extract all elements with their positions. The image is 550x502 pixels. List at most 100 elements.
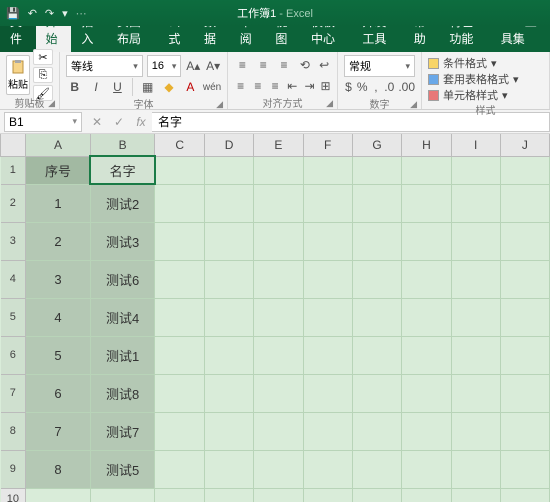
cell[interactable] bbox=[26, 488, 91, 502]
cell[interactable] bbox=[352, 336, 401, 374]
cell[interactable] bbox=[402, 412, 451, 450]
col-header-F[interactable]: F bbox=[303, 134, 352, 156]
font-name-select[interactable]: 等线▾ bbox=[66, 55, 143, 77]
cell[interactable] bbox=[500, 374, 549, 412]
cell[interactable] bbox=[500, 336, 549, 374]
paste-button[interactable]: 粘贴 bbox=[6, 55, 30, 95]
cell[interactable] bbox=[352, 222, 401, 260]
cell[interactable] bbox=[254, 184, 303, 222]
cell[interactable] bbox=[303, 184, 352, 222]
cell[interactable]: 6 bbox=[26, 374, 91, 412]
cell[interactable] bbox=[254, 450, 303, 488]
font-color-button[interactable]: A bbox=[182, 77, 199, 97]
align-center-icon[interactable]: ≡ bbox=[251, 76, 264, 96]
cell[interactable] bbox=[500, 412, 549, 450]
cell[interactable] bbox=[500, 156, 549, 184]
redo-icon[interactable]: ↷ bbox=[45, 7, 54, 20]
cell[interactable] bbox=[500, 184, 549, 222]
cell[interactable]: 测试3 bbox=[90, 222, 155, 260]
cell[interactable] bbox=[303, 156, 352, 184]
cell[interactable] bbox=[303, 412, 352, 450]
cell[interactable] bbox=[402, 336, 451, 374]
cell[interactable] bbox=[352, 412, 401, 450]
row-header[interactable]: 9 bbox=[1, 450, 26, 488]
col-header-I[interactable]: I bbox=[451, 134, 500, 156]
cell[interactable] bbox=[402, 184, 451, 222]
cell[interactable] bbox=[451, 336, 500, 374]
fill-color-button[interactable]: ◆ bbox=[160, 77, 177, 97]
cell[interactable] bbox=[402, 222, 451, 260]
cell[interactable]: 2 bbox=[26, 222, 91, 260]
cell[interactable] bbox=[204, 450, 253, 488]
cell[interactable] bbox=[204, 412, 253, 450]
cell[interactable] bbox=[254, 374, 303, 412]
font-size-select[interactable]: 16▾ bbox=[147, 55, 182, 77]
percent-icon[interactable]: % bbox=[357, 77, 368, 97]
cell[interactable] bbox=[352, 374, 401, 412]
wrap-text-icon[interactable]: ↩ bbox=[317, 55, 331, 75]
cell[interactable] bbox=[155, 412, 204, 450]
qat-customize-icon[interactable]: ▾ bbox=[62, 7, 68, 20]
cell[interactable] bbox=[352, 298, 401, 336]
bold-button[interactable]: B bbox=[66, 77, 83, 97]
indent-inc-icon[interactable]: ⇥ bbox=[303, 76, 316, 96]
dialog-launcher-icon[interactable]: ◢ bbox=[48, 98, 55, 109]
cell[interactable] bbox=[303, 336, 352, 374]
row-header[interactable]: 8 bbox=[1, 412, 26, 450]
cell[interactable] bbox=[352, 450, 401, 488]
cell[interactable] bbox=[303, 488, 352, 502]
cell[interactable] bbox=[303, 298, 352, 336]
cell-active[interactable]: 名字 bbox=[90, 156, 155, 184]
cell[interactable] bbox=[155, 374, 204, 412]
comma-icon[interactable]: , bbox=[371, 77, 380, 97]
cell[interactable] bbox=[451, 412, 500, 450]
copy-button[interactable]: ⎘ bbox=[33, 67, 53, 83]
cell[interactable]: 测试4 bbox=[90, 298, 155, 336]
cell[interactable]: 7 bbox=[26, 412, 91, 450]
cell[interactable] bbox=[155, 260, 204, 298]
indent-dec-icon[interactable]: ⇤ bbox=[286, 76, 299, 96]
cell[interactable]: 序号 bbox=[26, 156, 91, 184]
cell[interactable] bbox=[155, 336, 204, 374]
italic-button[interactable]: I bbox=[87, 77, 104, 97]
cell[interactable] bbox=[352, 184, 401, 222]
cell[interactable] bbox=[254, 336, 303, 374]
cell[interactable] bbox=[303, 374, 352, 412]
cell[interactable]: 8 bbox=[26, 450, 91, 488]
cell[interactable] bbox=[500, 222, 549, 260]
cell[interactable] bbox=[500, 260, 549, 298]
cell[interactable] bbox=[451, 156, 500, 184]
cell[interactable] bbox=[155, 184, 204, 222]
col-header-J[interactable]: J bbox=[500, 134, 549, 156]
enter-icon[interactable]: ✓ bbox=[108, 115, 130, 129]
cell[interactable] bbox=[451, 184, 500, 222]
align-right-icon[interactable]: ≡ bbox=[268, 76, 281, 96]
cell[interactable] bbox=[204, 156, 253, 184]
cell[interactable] bbox=[204, 222, 253, 260]
cell[interactable] bbox=[204, 184, 253, 222]
col-header-E[interactable]: E bbox=[254, 134, 303, 156]
save-icon[interactable]: 💾 bbox=[6, 7, 20, 20]
cell[interactable] bbox=[155, 222, 204, 260]
row-header[interactable]: 1 bbox=[1, 156, 26, 184]
cell[interactable]: 测试7 bbox=[90, 412, 155, 450]
orientation-icon[interactable]: ⟲ bbox=[296, 55, 313, 75]
cell[interactable]: 4 bbox=[26, 298, 91, 336]
cell[interactable]: 测试5 bbox=[90, 450, 155, 488]
cell[interactable]: 5 bbox=[26, 336, 91, 374]
cell[interactable]: 3 bbox=[26, 260, 91, 298]
cell[interactable] bbox=[352, 156, 401, 184]
undo-icon[interactable]: ↶ bbox=[28, 7, 37, 20]
cell[interactable]: 1 bbox=[26, 184, 91, 222]
align-middle-icon[interactable]: ≡ bbox=[255, 55, 272, 75]
cell[interactable] bbox=[451, 488, 500, 502]
cell[interactable] bbox=[451, 374, 500, 412]
dialog-launcher-icon[interactable]: ◢ bbox=[410, 99, 417, 110]
cell[interactable] bbox=[352, 488, 401, 502]
cell[interactable] bbox=[500, 488, 549, 502]
cell[interactable] bbox=[500, 298, 549, 336]
col-header-G[interactable]: G bbox=[352, 134, 401, 156]
border-button[interactable]: ▦ bbox=[139, 77, 156, 97]
row-header[interactable]: 7 bbox=[1, 374, 26, 412]
increase-decimal-icon[interactable]: .0 bbox=[384, 77, 394, 97]
